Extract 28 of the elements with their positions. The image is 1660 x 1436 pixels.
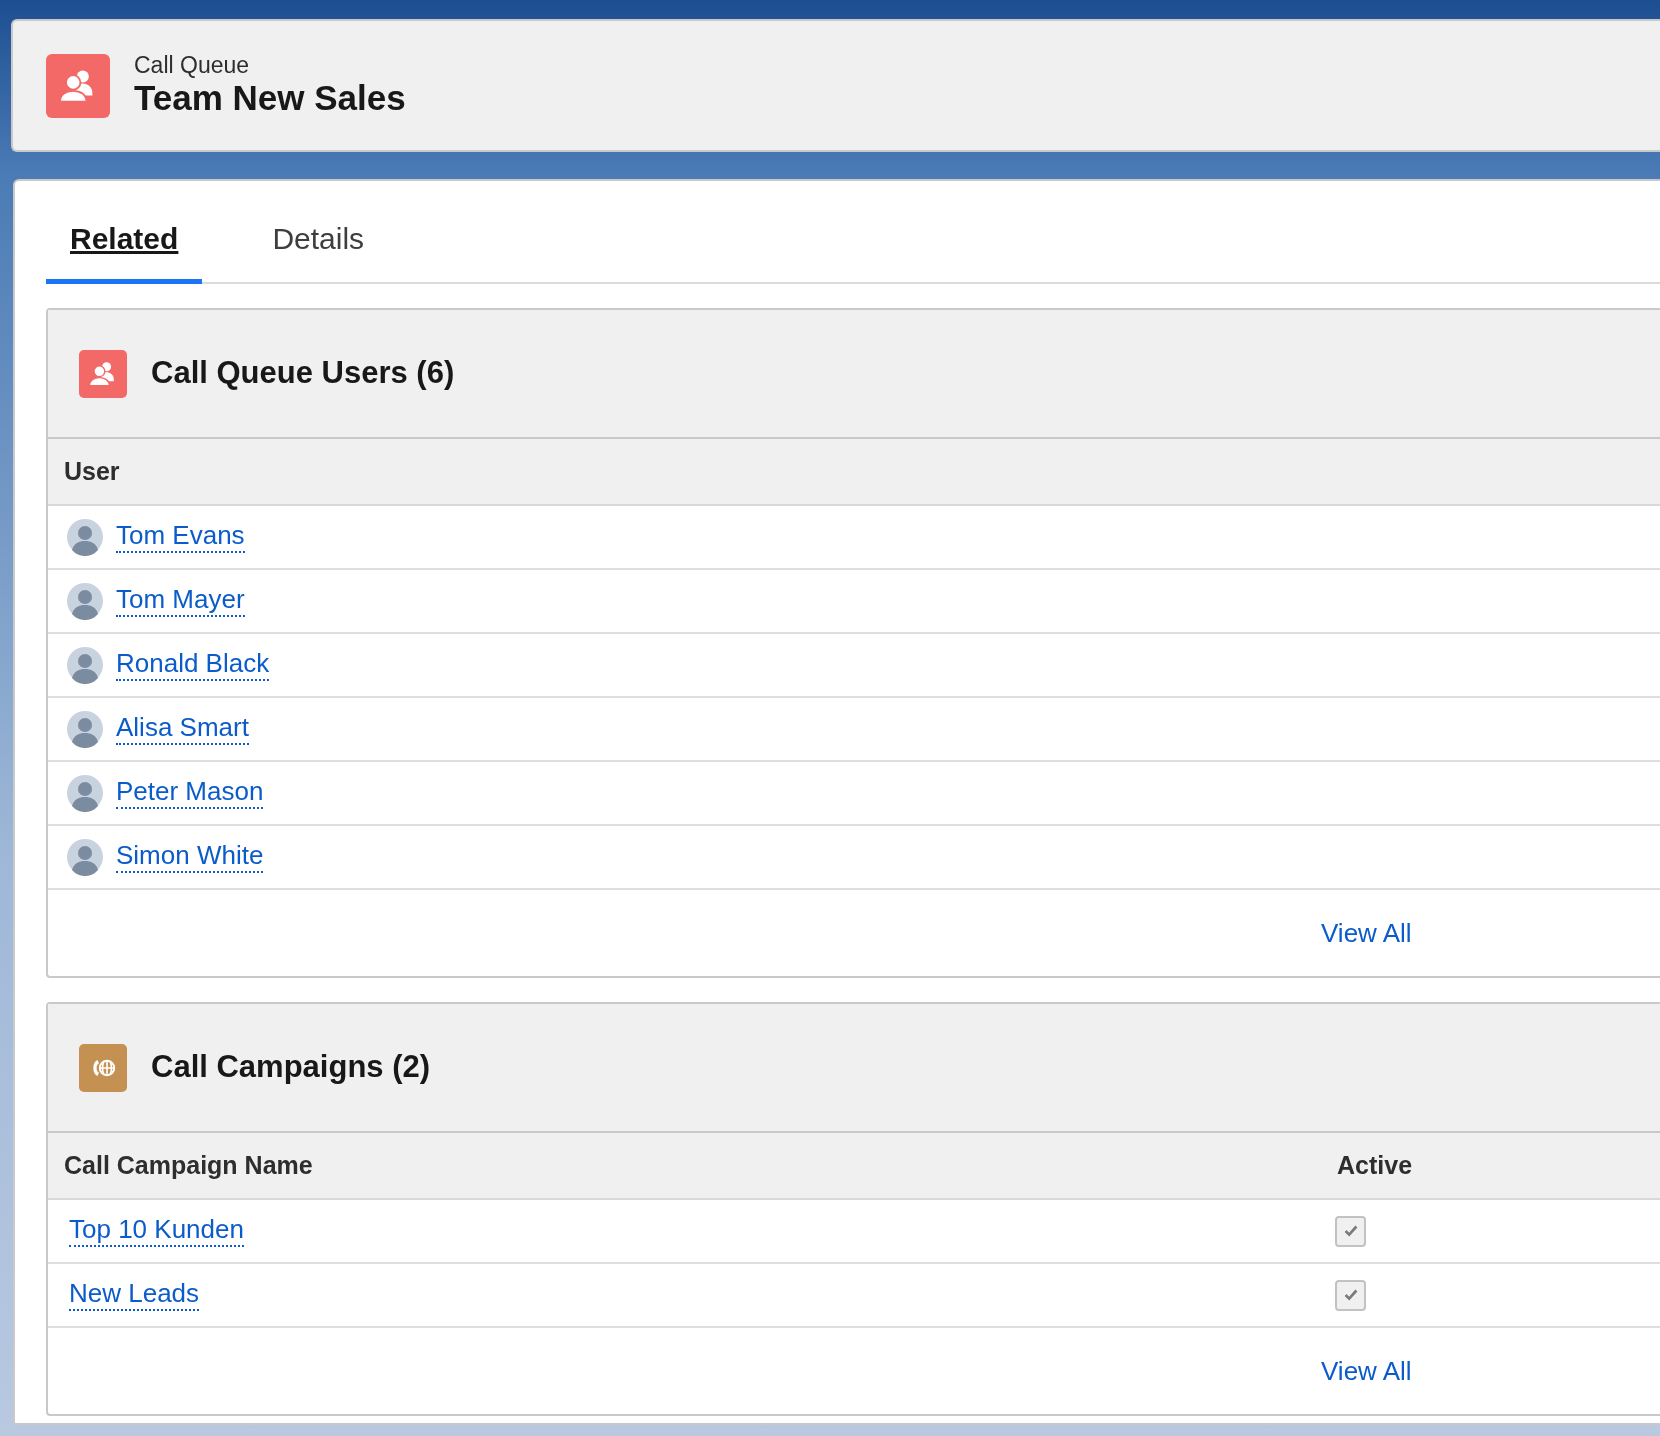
avatar-icon (66, 710, 104, 748)
user-link[interactable]: Peter Mason (116, 777, 264, 809)
object-type-label: Call Queue (134, 52, 251, 78)
avatar-icon (66, 582, 104, 620)
tab[interactable]: Details (248, 216, 389, 284)
column-header: User (64, 455, 120, 487)
view-all-link[interactable]: View All (1321, 1351, 1412, 1391)
user-link[interactable]: Tom Mayer (116, 585, 245, 617)
people-icon (46, 53, 110, 118)
people-icon (79, 349, 127, 398)
user-link[interactable]: Alisa Smart (116, 713, 249, 745)
user-link[interactable]: Ronald Black (116, 649, 270, 681)
user-link[interactable]: Tom Evans (116, 521, 245, 553)
related-list-title: Call Queue Users (6) (151, 354, 455, 393)
related-list-title: Call Campaigns (2) (151, 1048, 431, 1087)
record-title: Team New Sales (134, 78, 406, 119)
campaign-link[interactable]: New Leads (69, 1279, 200, 1311)
avatar-icon (66, 518, 104, 556)
column-header: Active (1337, 1149, 1413, 1181)
avatar-icon (66, 646, 104, 684)
avatar-icon (66, 838, 104, 876)
column-header: Call Campaign Name (64, 1149, 314, 1181)
campaign-link[interactable]: Top 10 Kunden (69, 1215, 244, 1247)
phone-globe-icon (79, 1043, 127, 1092)
view-all-link[interactable]: View All (1321, 913, 1412, 953)
avatar-icon (66, 774, 104, 812)
tab[interactable]: Related (46, 216, 203, 284)
user-link[interactable]: Simon White (116, 841, 264, 873)
